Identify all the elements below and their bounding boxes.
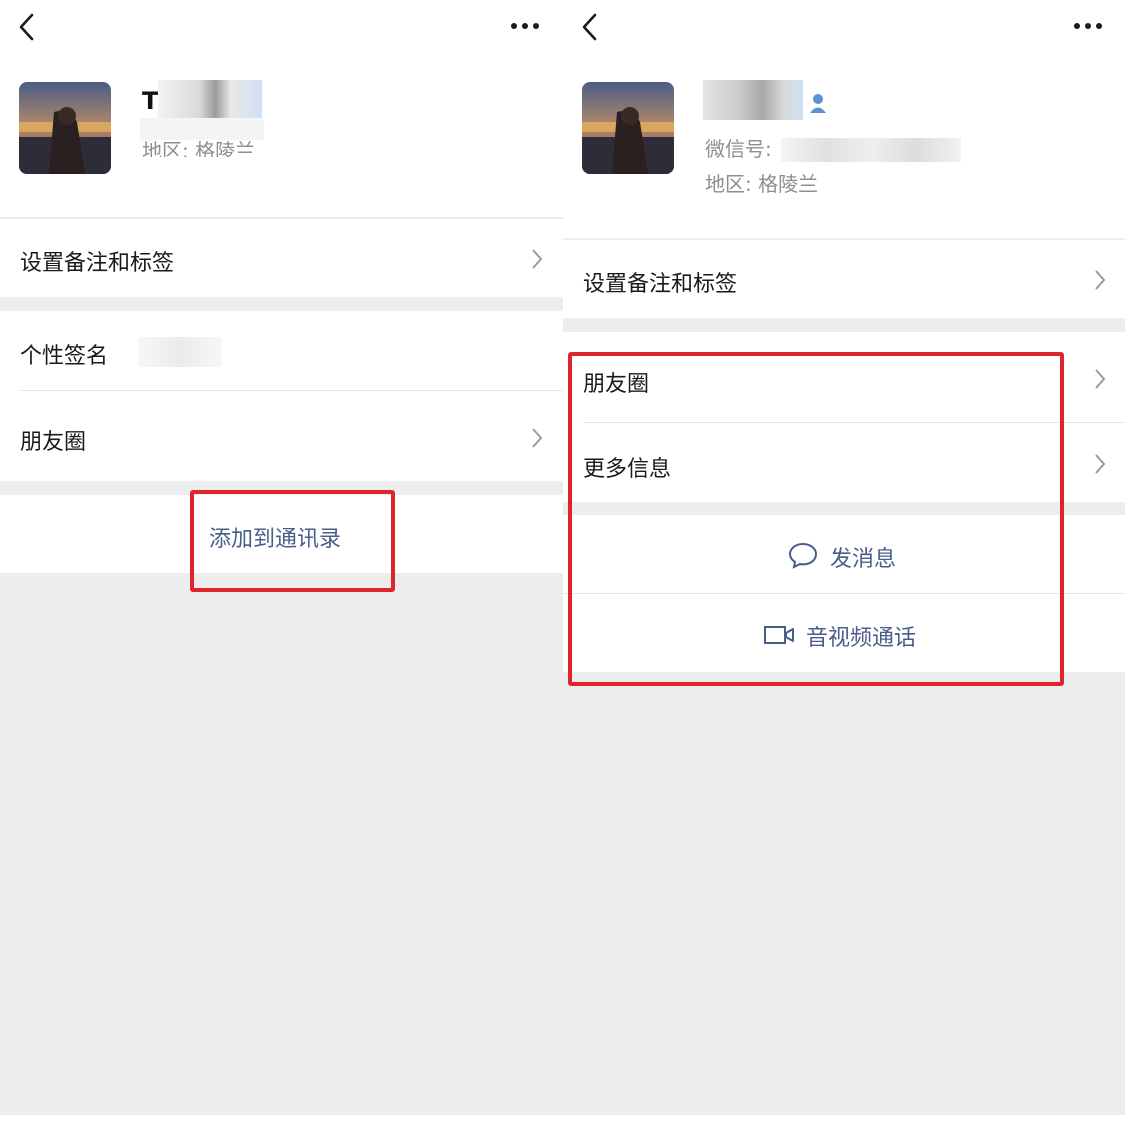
left-profile-screen: T 地区: 格陵兰 设置备注和标签 个性签名 朋友圈 添加到通讯录	[0, 0, 563, 1115]
back-arrow-icon[interactable]	[17, 12, 37, 42]
profile-header: T 地区: 格陵兰	[0, 0, 563, 217]
redacted-id-blur	[140, 118, 264, 140]
avatar-male-icon	[810, 94, 826, 113]
redacted-signature-blur	[138, 337, 222, 367]
remark-tags-row[interactable]: 设置备注和标签	[0, 219, 563, 297]
chevron-right-icon	[532, 428, 543, 448]
back-arrow-icon[interactable]	[580, 12, 600, 42]
more-info-label: 更多信息	[583, 457, 672, 482]
chevron-right-icon	[1095, 270, 1106, 290]
redacted-id-blur	[781, 138, 961, 162]
video-call-button[interactable]: 音视频通话	[563, 594, 1125, 672]
action-group: 发消息 音视频通话	[563, 515, 1125, 672]
more-info-row[interactable]: 更多信息	[563, 423, 1125, 502]
remark-tags-label: 设置备注和标签	[20, 251, 175, 276]
avatar[interactable]	[19, 82, 111, 174]
right-profile-screen: 微信号: 地区: 格陵兰 设置备注和标签 朋友圈 更多信息 发消息 音视频通话	[563, 0, 1125, 1115]
moments-label: 朋友圈	[583, 372, 650, 397]
chat-bubble-icon	[788, 542, 818, 569]
region-text: 地区: 格陵兰	[705, 172, 819, 196]
wechat-id-label: 微信号:	[705, 137, 772, 161]
video-call-label: 音视频通话	[806, 626, 917, 651]
moments-row[interactable]: 朋友圈	[563, 332, 1125, 422]
signature-row: 个性签名	[0, 311, 563, 389]
chevron-right-icon	[1095, 454, 1106, 474]
add-contact-button[interactable]: 添加到通讯录	[0, 495, 563, 573]
chevron-right-icon	[532, 249, 543, 269]
info-group: 朋友圈 更多信息	[563, 332, 1125, 502]
more-dots-icon[interactable]	[508, 16, 542, 36]
avatar[interactable]	[582, 82, 674, 174]
remark-tags-label: 设置备注和标签	[583, 272, 738, 297]
profile-header: 微信号: 地区: 格陵兰	[563, 0, 1125, 238]
signature-label: 个性签名	[20, 344, 109, 369]
send-message-button[interactable]: 发消息	[563, 515, 1125, 593]
more-dots-icon[interactable]	[1071, 16, 1105, 36]
add-contact-label: 添加到通讯录	[209, 527, 342, 552]
moments-row[interactable]: 朋友圈	[0, 391, 563, 481]
bottom-edge	[0, 1115, 1125, 1125]
nickname: T	[142, 87, 159, 115]
remark-tags-row[interactable]: 设置备注和标签	[563, 240, 1125, 318]
info-group: 个性签名 朋友圈	[0, 311, 563, 481]
chevron-right-icon	[1095, 369, 1106, 389]
send-message-label: 发消息	[830, 547, 897, 572]
video-camera-icon	[764, 626, 794, 644]
moments-label: 朋友圈	[20, 430, 87, 455]
redacted-name-blur	[158, 80, 262, 120]
redacted-name-blur	[703, 80, 803, 120]
